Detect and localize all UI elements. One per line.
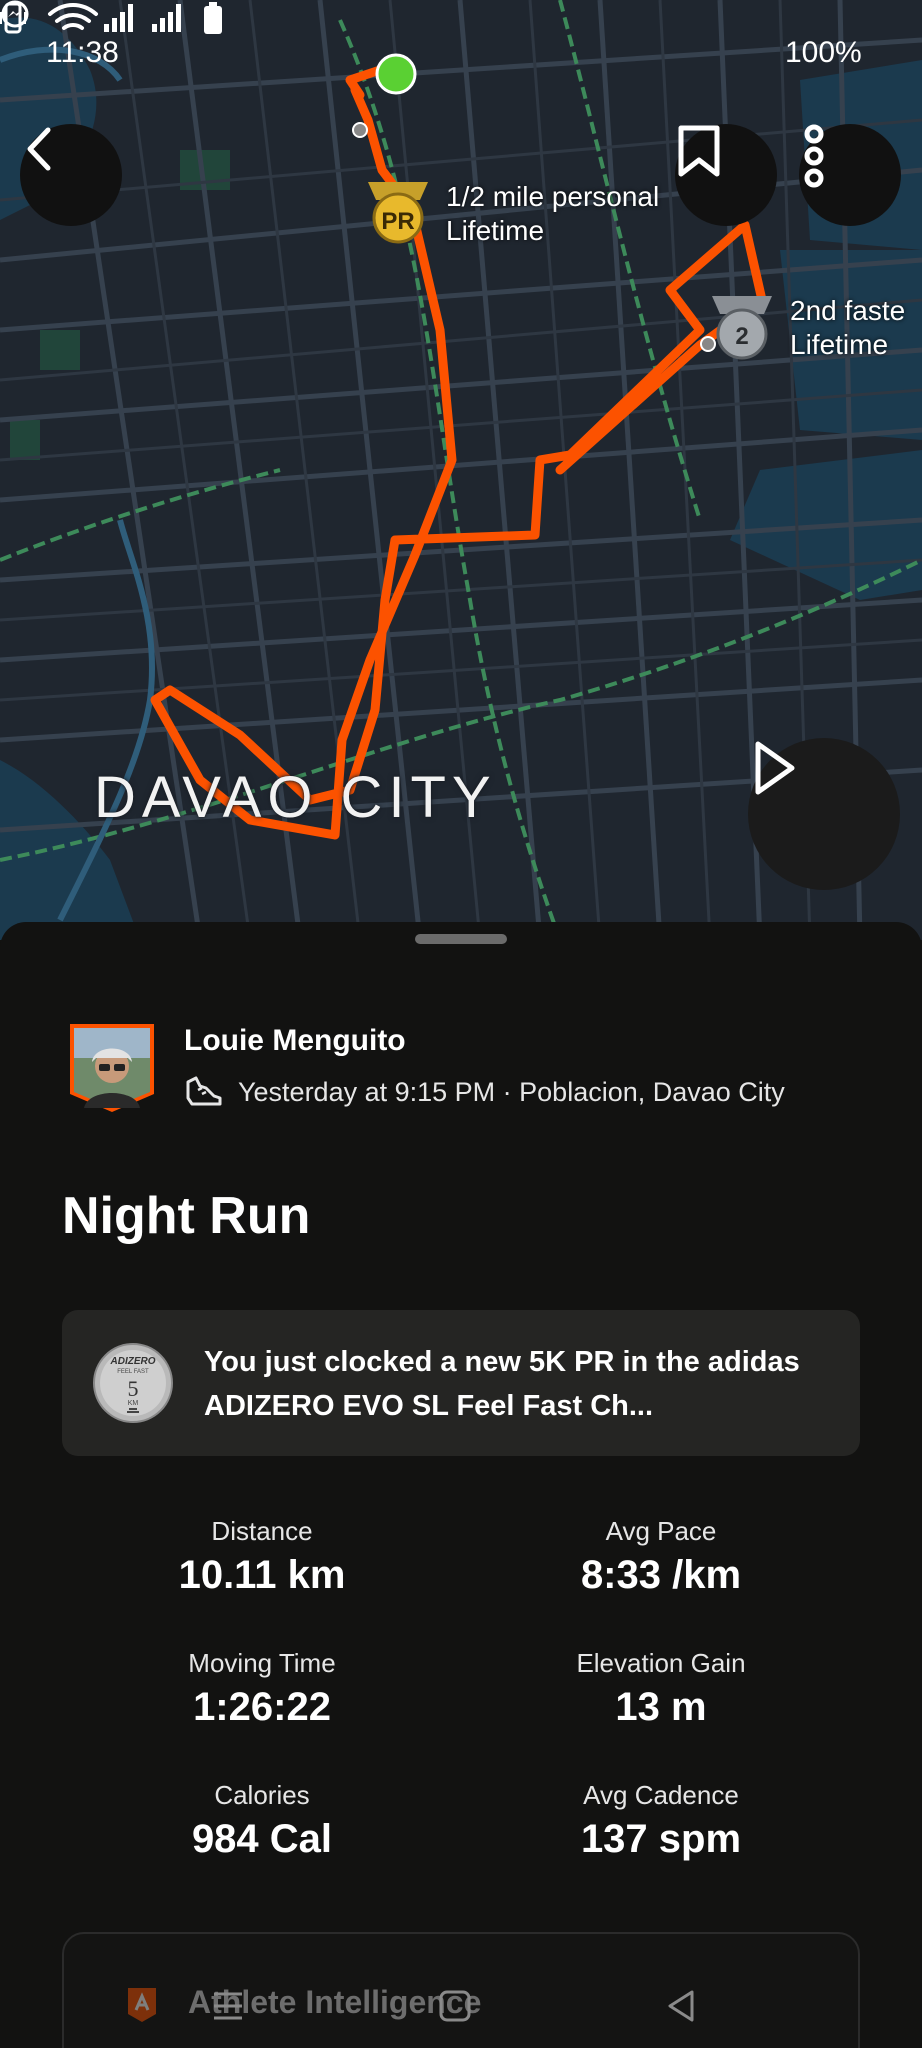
vibrate-icon xyxy=(0,2,26,34)
system-nav-bar xyxy=(0,1960,922,2048)
more-vertical-icon xyxy=(804,124,824,188)
activity-meta-text: Yesterday at 9:15 PM · Poblacion, Davao … xyxy=(238,1076,785,1107)
svg-text:FEEL FAST: FEEL FAST xyxy=(117,1369,149,1375)
activity-meta: Yesterday at 9:15 PM · Poblacion, Davao … xyxy=(184,1072,785,1112)
svg-text:PR: PR xyxy=(381,208,414,235)
map-city-label: DAVAO CITY xyxy=(94,765,497,830)
more-options-button[interactable] xyxy=(799,124,901,226)
recents-icon xyxy=(214,1992,242,2020)
stat-moving-time: Moving Time 1:26:22 xyxy=(112,1648,412,1730)
stat-avg-cadence: Avg Cadence 137 spm xyxy=(511,1780,811,1862)
stat-label: Distance xyxy=(211,1516,313,1546)
bookmark-icon xyxy=(678,125,720,177)
system-status-icons xyxy=(0,2,222,34)
stat-value: 13 m xyxy=(615,1685,707,1729)
svg-text:KM: KM xyxy=(128,1400,139,1407)
battery-percent: 100% xyxy=(785,36,862,69)
stat-value: 8:33 /km xyxy=(580,1553,742,1597)
wifi-icon xyxy=(48,3,98,30)
rank-annotation-sub: Lifetime xyxy=(790,329,889,360)
promo-text: You just clocked a new 5K PR in the adid… xyxy=(204,1346,800,1422)
battery-icon xyxy=(204,2,222,34)
activity-sheet[interactable]: Louie Menguito Yesterday at 9:15 PM · Po… xyxy=(0,922,922,2048)
pr-annotation-title: 1/2 mile personal xyxy=(446,181,660,212)
svg-text:ADIZERO: ADIZERO xyxy=(110,1356,156,1367)
back-button[interactable] xyxy=(20,124,122,226)
bookmark-button[interactable] xyxy=(675,124,777,226)
stat-value: 137 spm xyxy=(580,1817,742,1861)
play-flyover-button[interactable] xyxy=(748,738,900,890)
play-icon xyxy=(755,741,795,795)
athlete-avatar[interactable] xyxy=(68,1022,156,1114)
run-shoe-icon xyxy=(186,1076,222,1106)
stat-label: Calories xyxy=(214,1780,310,1810)
rank-annotation-title: 2nd faste xyxy=(790,295,906,326)
stat-value: 10.11 km xyxy=(178,1553,346,1597)
status-bar: 11:38 100% xyxy=(0,0,922,110)
back-arrow-icon xyxy=(27,127,51,171)
5k-pr-badge-icon: ADIZERO FEEL FAST 5 KM xyxy=(93,1343,173,1423)
stat-distance: Distance 10.11 km xyxy=(112,1516,412,1598)
back-icon xyxy=(668,1990,694,2022)
promo-card[interactable]: ADIZERO FEEL FAST 5 KM You just clocked … xyxy=(62,1310,860,1456)
pr-annotation-sub: Lifetime xyxy=(446,215,545,246)
nav-back-button[interactable] xyxy=(652,1976,712,2036)
stat-calories: Calories 984 Cal xyxy=(112,1780,412,1862)
athlete-name[interactable]: Louie Menguito xyxy=(184,1024,406,1058)
stat-elevation-gain: Elevation Gain 13 m xyxy=(511,1648,811,1730)
stat-label: Moving Time xyxy=(188,1648,336,1678)
sheet-grabber[interactable] xyxy=(415,934,507,944)
home-icon xyxy=(439,1990,471,2022)
stat-label: Avg Cadence xyxy=(583,1780,739,1810)
end-marker xyxy=(352,122,368,138)
stat-avg-pace: Avg Pace 8:33 /km xyxy=(511,1516,811,1598)
activity-map[interactable]: PR 2 1/2 mile personal Lifetime 2nd fast… xyxy=(0,0,922,940)
rank-annotation[interactable]: 2nd faste Lifetime xyxy=(790,294,905,362)
svg-text:5: 5 xyxy=(128,1376,139,1401)
status-time: 11:38 xyxy=(46,36,119,69)
silver-medal-icon[interactable]: 2 xyxy=(712,296,772,360)
signal-icon xyxy=(104,4,133,32)
nav-recents-button[interactable] xyxy=(198,1976,258,2036)
signal-icon-2 xyxy=(152,4,181,32)
stat-value: 984 Cal xyxy=(191,1817,333,1861)
stat-label: Avg Pace xyxy=(605,1516,717,1546)
stat-label: Elevation Gain xyxy=(576,1648,746,1678)
activity-title[interactable]: Night Run xyxy=(62,1186,310,1246)
nav-home-button[interactable] xyxy=(425,1976,485,2036)
pr-annotation[interactable]: 1/2 mile personal Lifetime xyxy=(446,180,659,248)
svg-text:2: 2 xyxy=(735,323,748,350)
stat-value: 1:26:22 xyxy=(193,1685,331,1729)
